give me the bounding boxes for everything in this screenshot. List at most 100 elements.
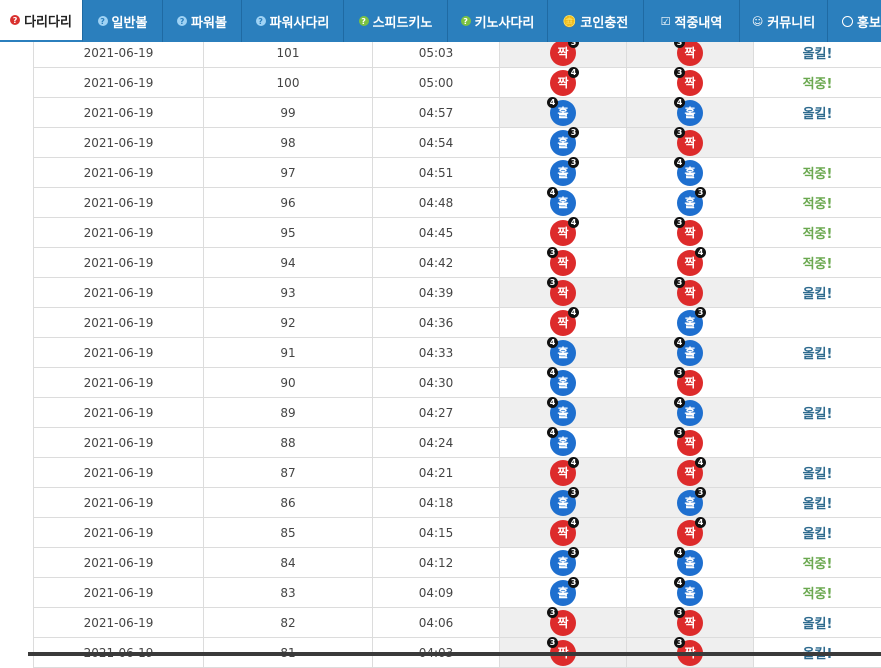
tab-label: 파워볼: [191, 12, 227, 31]
ball-label: 홀: [684, 166, 695, 180]
time-cell: 05:00: [373, 68, 500, 98]
time-cell: 04:51: [373, 158, 500, 188]
tab-3[interactable]: ? 파워사다리: [242, 0, 344, 42]
question-icon: ?: [461, 16, 471, 26]
question-icon: ?: [359, 16, 369, 26]
tab-label: 키노사다리: [475, 12, 535, 31]
question-icon: ?: [10, 15, 20, 25]
odd-ball: 홀4: [550, 370, 576, 396]
round-cell: 84: [204, 548, 373, 578]
line-count-badge: 3: [695, 187, 706, 198]
date-cell: 2021-06-19: [34, 158, 204, 188]
date-cell: 2021-06-19: [34, 518, 204, 548]
line-count-badge: 4: [547, 187, 558, 198]
line-count-badge: 4: [547, 397, 558, 408]
ball-label: 홀: [557, 196, 568, 210]
ball-label: 홀: [557, 136, 568, 150]
line-count-badge: 3: [568, 547, 579, 558]
ball-label: 홀: [557, 376, 568, 390]
ball-label: 홀: [684, 316, 695, 330]
ball-label: 짝: [557, 316, 568, 330]
pick-cell-a: 짝4: [500, 308, 627, 338]
round-cell: 89: [204, 398, 373, 428]
round-cell: 95: [204, 218, 373, 248]
line-count-badge: 3: [547, 637, 558, 648]
tab-label: 홍보코: [857, 12, 881, 31]
result-cell: 올킬!: [754, 338, 881, 368]
tab-label: 적중내역: [675, 12, 723, 31]
tab-7[interactable]: ☑ 적중내역: [644, 0, 740, 42]
tab-0[interactable]: ?다리다리: [0, 0, 83, 42]
tab-9[interactable]: 홍보코: [828, 0, 881, 42]
line-count-badge: 4: [547, 427, 558, 438]
time-cell: 04:15: [373, 518, 500, 548]
tab-5[interactable]: ? 키노사다리: [448, 0, 548, 42]
ball-label: 짝: [557, 616, 568, 630]
date-cell: 2021-06-19: [34, 458, 204, 488]
line-count-badge: 4: [674, 337, 685, 348]
ball-label: 홀: [557, 406, 568, 420]
even-ball: 짝3: [550, 250, 576, 276]
hit-label: 적중!: [803, 557, 833, 572]
ball-label: 짝: [684, 76, 695, 90]
pick-cell-a: 짝3: [500, 278, 627, 308]
allkill-label: 올킬!: [803, 467, 833, 482]
round-cell: 87: [204, 458, 373, 488]
round-cell: 86: [204, 488, 373, 518]
pick-cell-a: 홀3: [500, 158, 627, 188]
time-cell: 04:45: [373, 218, 500, 248]
result-cell: 적중!: [754, 248, 881, 278]
allkill-label: 올킬!: [803, 287, 833, 302]
table-row: 2021-06-198904:27홀4홀4올킬!: [34, 398, 881, 428]
tab-8[interactable]: ☺커뮤니티: [740, 0, 828, 42]
line-count-badge: 4: [547, 367, 558, 378]
line-count-badge: 3: [695, 307, 706, 318]
ball-label: 홀: [684, 406, 695, 420]
odd-ball: 홀3: [550, 490, 576, 516]
table-row: 2021-06-198604:18홀3홀3올킬!: [34, 488, 881, 518]
tab-label: 파워사다리: [270, 12, 330, 31]
time-cell: 04:36: [373, 308, 500, 338]
even-ball: 짝3: [677, 40, 703, 66]
odd-ball: 홀3: [677, 310, 703, 336]
pick-cell-b: 홀4: [627, 548, 754, 578]
even-ball: 짝4: [550, 310, 576, 336]
time-cell: 04:21: [373, 458, 500, 488]
allkill-label: 올킬!: [803, 407, 833, 422]
line-count-badge: 3: [568, 487, 579, 498]
ball-label: 홀: [557, 556, 568, 570]
line-count-badge: 4: [568, 307, 579, 318]
pick-cell-b: 짝3: [627, 218, 754, 248]
odd-ball: 홀3: [550, 130, 576, 156]
time-cell: 04:18: [373, 488, 500, 518]
table-row: 2021-06-198204:06짝3짝3올킬!: [34, 608, 881, 638]
checkbox-icon: ☑: [661, 15, 671, 28]
table-row: 2021-06-198704:21짝4짝4올킬!: [34, 458, 881, 488]
table-row: 2021-06-199104:33홀4홀4올킬!: [34, 338, 881, 368]
line-count-badge: 3: [547, 247, 558, 258]
question-icon: ?: [256, 16, 266, 26]
date-cell: 2021-06-19: [34, 218, 204, 248]
allkill-label: 올킬!: [803, 527, 833, 542]
ball-label: 홀: [557, 586, 568, 600]
date-cell: 2021-06-19: [34, 398, 204, 428]
tab-label: 코인충전: [580, 12, 628, 31]
time-cell: 04:48: [373, 188, 500, 218]
ball-label: 짝: [684, 136, 695, 150]
smile-icon: ☺: [752, 15, 763, 28]
tab-2[interactable]: ?파워볼: [163, 0, 242, 42]
tab-1[interactable]: ?일반볼: [83, 0, 163, 42]
pick-cell-b: 홀4: [627, 398, 754, 428]
pick-cell-b: 홀3: [627, 308, 754, 338]
ball-label: 짝: [684, 286, 695, 300]
odd-ball: 홀4: [677, 160, 703, 186]
round-cell: 92: [204, 308, 373, 338]
line-count-badge: 4: [674, 97, 685, 108]
round-cell: 82: [204, 608, 373, 638]
ball-label: 짝: [557, 526, 568, 540]
tab-6[interactable]: 🪙코인충전: [548, 0, 644, 42]
ball-label: 홀: [557, 496, 568, 510]
even-ball: 짝3: [550, 280, 576, 306]
table-row: 2021-06-199004:30홀4짝3: [34, 368, 881, 398]
tab-4[interactable]: ?스피드키노: [344, 0, 448, 42]
